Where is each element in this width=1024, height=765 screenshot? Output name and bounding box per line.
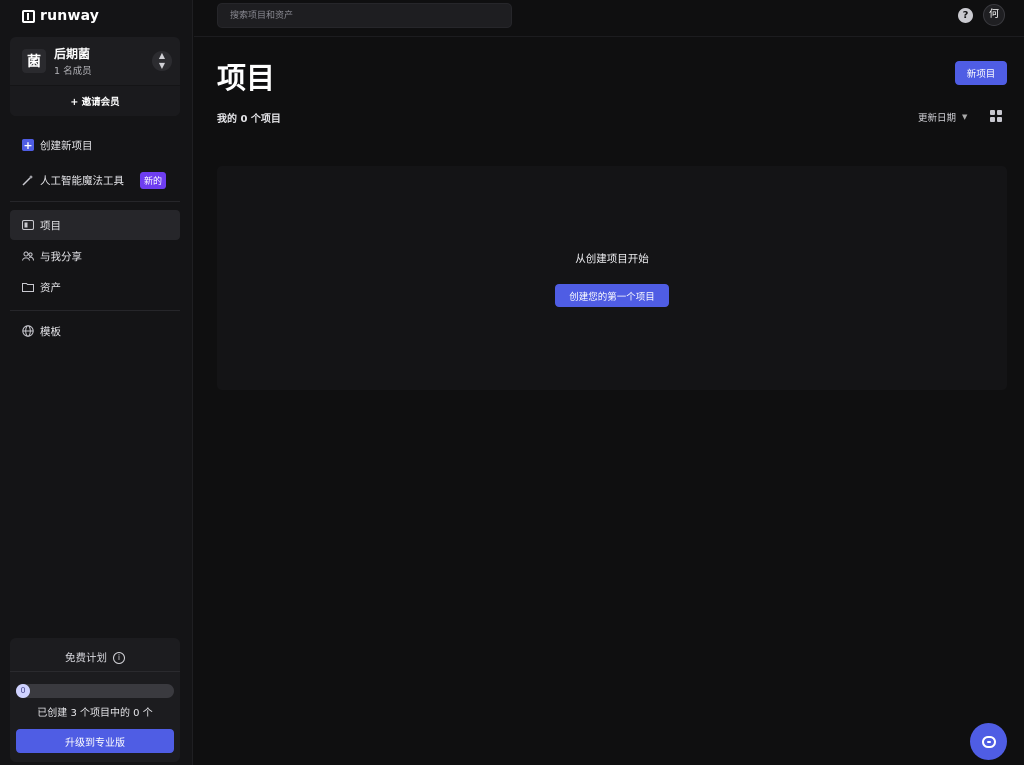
ai-magic-tools-label: 人工智能魔法工具	[40, 174, 124, 187]
team-info: 后期菌 1 名成员	[54, 45, 92, 77]
sidebar-item-label: 项目	[40, 219, 61, 232]
project-usage-progress: 0	[16, 684, 174, 698]
sort-label: 更新日期	[918, 113, 957, 124]
topbar: ? 何	[194, 0, 1024, 37]
team-card: 菌 后期菌 1 名成员 ▲ ▼ + 邀请会员	[10, 37, 180, 116]
info-icon[interactable]: i	[113, 652, 125, 664]
page-title: 项目	[217, 61, 276, 95]
create-project-label: 创建新项目	[40, 139, 93, 152]
plus-square-icon: +	[22, 138, 34, 152]
user-avatar[interactable]: 何	[983, 4, 1005, 26]
shared-icon	[22, 250, 34, 262]
globe-icon	[22, 325, 34, 337]
empty-state-title: 从创建项目开始	[575, 253, 649, 265]
sidebar-item-label: 模板	[40, 325, 61, 338]
progress-value: 0	[16, 684, 30, 698]
chat-support-button[interactable]	[970, 723, 1007, 760]
chevron-up-down-icon[interactable]: ▲ ▼	[152, 51, 172, 71]
sidebar-item-label: 资产	[40, 281, 61, 294]
team-member-count: 1 名成员	[54, 66, 92, 77]
ai-magic-tools-link[interactable]: 人工智能魔法工具 新的	[10, 165, 180, 195]
plan-title-text: 免费计划	[65, 652, 107, 664]
plan-usage-text: 已创建 3 个项目中的 0 个	[37, 708, 153, 719]
upgrade-pro-button[interactable]: 升级到专业版	[16, 729, 174, 753]
sidebar-item-projects[interactable]: 项目	[10, 210, 180, 240]
runway-logo[interactable]: runway	[22, 8, 99, 24]
empty-state-panel: 从创建项目开始 创建您的第一个项目	[217, 166, 1007, 390]
create-project-button[interactable]: + 创建新项目	[10, 130, 180, 160]
invite-members-button[interactable]: + 邀请会员	[10, 85, 180, 116]
runway-logo-icon	[22, 9, 35, 23]
new-project-button[interactable]: 新项目	[955, 61, 1007, 85]
grid-view-icon[interactable]	[990, 110, 1002, 122]
folder-icon	[22, 281, 34, 293]
team-switcher[interactable]: 菌 后期菌 1 名成员 ▲ ▼	[10, 37, 180, 85]
sidebar: runway 菌 后期菌 1 名成员 ▲ ▼ + 邀请会员 + 创建新项目 人工智…	[0, 0, 193, 765]
sidebar-divider	[10, 310, 180, 311]
chat-bubble-icon	[981, 735, 996, 748]
create-first-project-button[interactable]: 创建您的第一个项目	[555, 284, 669, 307]
plan-divider	[10, 671, 180, 672]
chevron-down-icon: ▼	[962, 113, 968, 121]
logo-text: runway	[40, 8, 100, 24]
team-avatar: 菌	[22, 49, 46, 73]
projects-icon	[22, 219, 34, 231]
sidebar-divider	[10, 201, 180, 202]
sidebar-item-templates[interactable]: 模板	[10, 316, 180, 346]
sort-dropdown[interactable]: 更新日期 ▼	[918, 110, 967, 124]
sidebar-item-shared[interactable]: 与我分享	[10, 241, 180, 271]
project-count: 我的 0 个项目	[217, 114, 281, 125]
help-icon[interactable]: ?	[958, 8, 973, 23]
sidebar-item-assets[interactable]: 资产	[10, 272, 180, 302]
plan-title: 免费计划 i	[10, 650, 180, 665]
new-badge: 新的	[140, 171, 167, 189]
sidebar-item-label: 与我分享	[40, 250, 82, 263]
search-input[interactable]	[217, 3, 512, 28]
team-name: 后期菌	[54, 47, 91, 61]
magic-wand-icon	[22, 174, 34, 186]
plan-card: 免费计划 i 0 已创建 3 个项目中的 0 个 升级到专业版	[10, 638, 180, 762]
